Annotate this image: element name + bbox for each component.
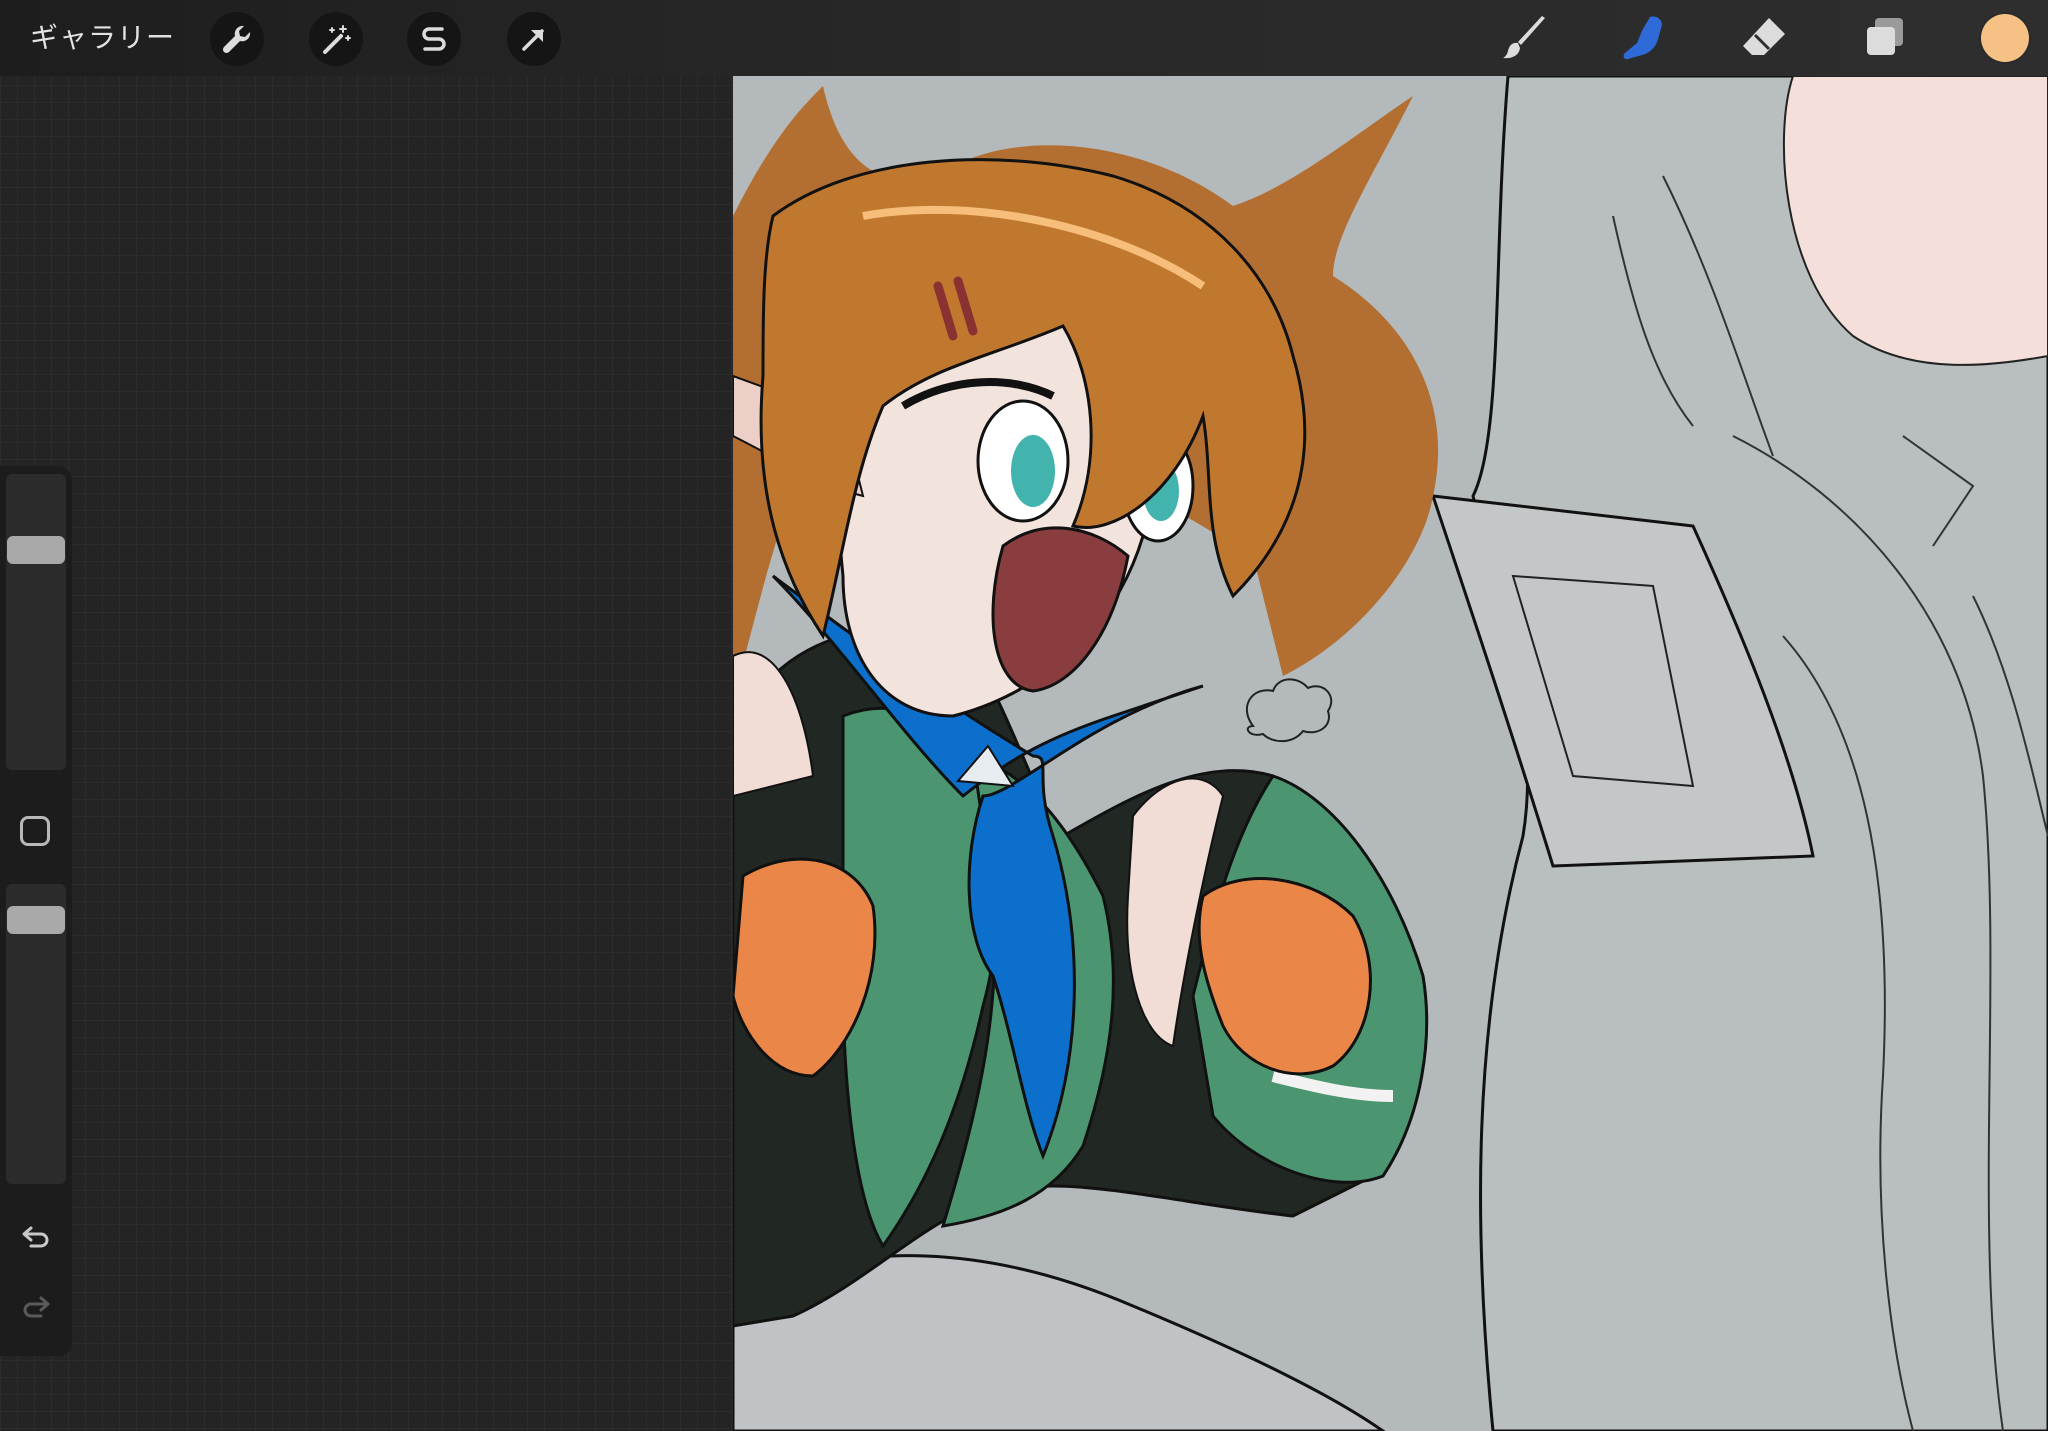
selection-button[interactable] bbox=[407, 12, 461, 66]
eraser-icon bbox=[1743, 18, 1785, 55]
undo-icon bbox=[22, 1226, 49, 1248]
arrow-cursor-icon bbox=[522, 29, 544, 51]
transform-button[interactable] bbox=[507, 12, 561, 66]
gallery-button[interactable]: ギャラリー bbox=[30, 18, 175, 58]
procreate-app: ギャラリー bbox=[0, 0, 2048, 1431]
left-sidebar bbox=[0, 466, 72, 1356]
layers-icon bbox=[1867, 18, 1903, 55]
smudge-button[interactable] bbox=[1617, 12, 1673, 64]
adjustments-button[interactable] bbox=[309, 12, 363, 66]
actions-button[interactable] bbox=[210, 12, 264, 66]
orange-hair-character bbox=[733, 86, 1439, 1328]
smoke-puff bbox=[1246, 678, 1333, 743]
selection-s-icon bbox=[422, 27, 446, 51]
layers-button[interactable] bbox=[1857, 12, 1913, 64]
brush-icon bbox=[1503, 16, 1545, 59]
redo-icon bbox=[23, 1296, 50, 1318]
modify-button[interactable] bbox=[20, 816, 50, 846]
magic-wand-icon bbox=[323, 25, 351, 54]
undo-button[interactable] bbox=[16, 1218, 56, 1258]
smudge-finger-icon bbox=[1623, 16, 1662, 60]
eraser-button[interactable] bbox=[1736, 12, 1792, 64]
wrench-icon bbox=[222, 25, 251, 54]
brush-button[interactable] bbox=[1498, 12, 1554, 64]
brush-size-thumb[interactable] bbox=[7, 536, 65, 564]
artwork-illustration bbox=[733, 76, 2048, 1431]
color-picker-button[interactable] bbox=[1981, 14, 2029, 62]
top-toolbar: ギャラリー bbox=[0, 0, 2048, 76]
opacity-thumb[interactable] bbox=[7, 906, 65, 934]
drawing-canvas[interactable] bbox=[733, 76, 2048, 1431]
redo-button[interactable] bbox=[16, 1288, 56, 1328]
brush-size-slider[interactable] bbox=[6, 474, 66, 770]
grey-character bbox=[1430, 76, 2048, 1431]
